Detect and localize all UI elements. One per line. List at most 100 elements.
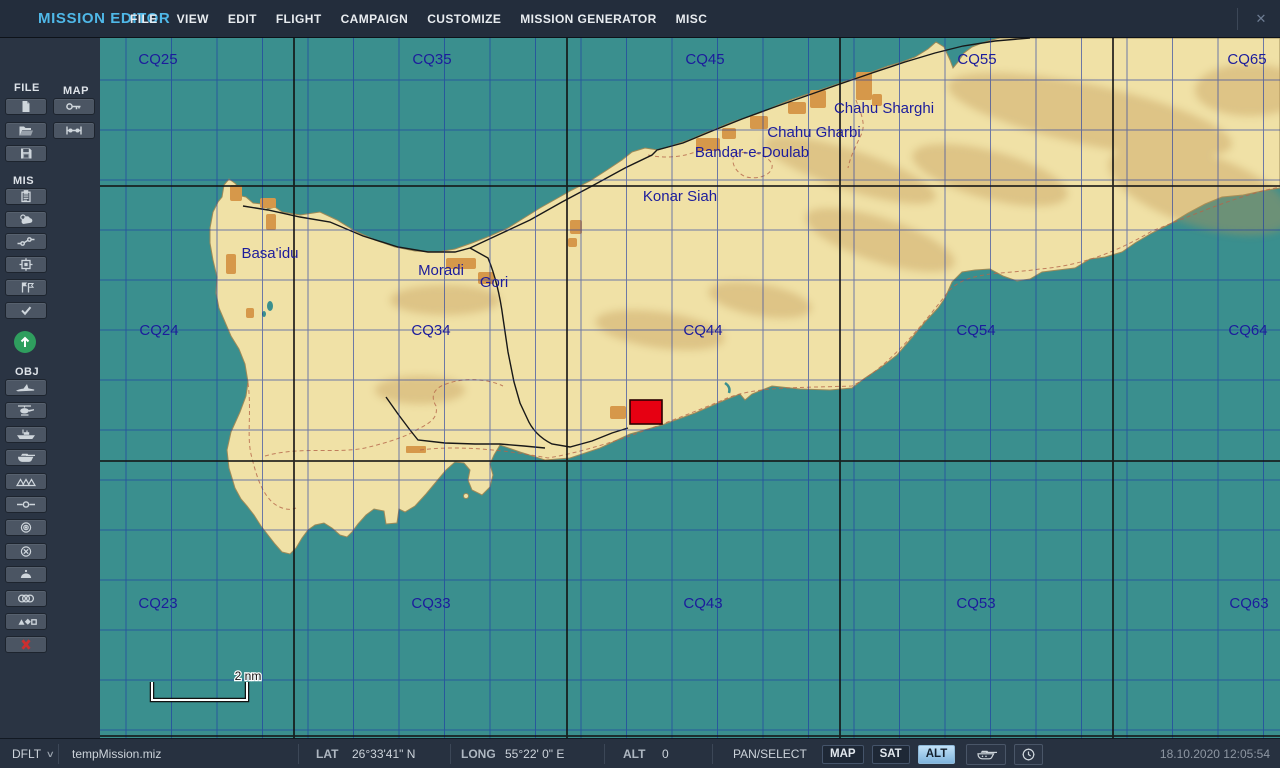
new-mission-button[interactable] [5,98,47,115]
map-key-button[interactable] [53,98,95,115]
menu-item-customize[interactable]: CUSTOMIZE [427,12,501,26]
menu-item-mission-generator[interactable]: MISSION GENERATOR [520,12,656,26]
menu-item-edit[interactable]: EDIT [228,12,257,26]
unit-marker[interactable] [630,400,662,424]
airplane-button[interactable] [5,379,47,396]
main-menu: FILE VIEW EDIT FLIGHT CAMPAIGN CUSTOMIZE MISSI… [130,0,707,38]
delete-x-icon [14,638,38,651]
view-toggle-sat[interactable]: SAT [872,745,910,764]
close-icon[interactable]: ✕ [1250,8,1272,30]
obj-section-label: OBJ [15,366,39,378]
flags-icon [14,281,38,294]
town-label-basa-idu: Basa'idu [241,245,298,262]
grid-square-label-cq25: CQ25 [138,51,177,68]
zone-rings-icon [14,521,38,534]
town-label-chahu-sharghi: Chahu Sharghi [834,100,934,117]
save-mission-icon [14,147,38,160]
rules-switch-button[interactable] [5,233,47,250]
farp-dome-icon [14,568,38,581]
map-key-icon [62,100,86,113]
ground-unit-tank-button[interactable] [966,744,1006,765]
farp-dome-button[interactable] [5,566,47,583]
tank-icon [14,451,38,464]
menu-bar: MISSION EDITOR FILEVIEWEDITFLIGHTCAMPAIG… [0,0,1280,38]
open-mission-button[interactable] [5,122,47,139]
validate-check-icon [14,304,38,317]
ship-icon [14,428,38,441]
bullseye-square-icon [14,258,38,271]
grid-square-label-cq35: CQ35 [412,51,451,68]
weather-button[interactable] [5,211,47,228]
fly-up-arrow-icon [17,334,33,350]
lat-label: LAT [316,739,338,768]
mis-section-label: MIS [13,175,34,187]
grid-square-label-cq43: CQ43 [683,595,722,612]
grid-square-label-cq63: CQ63 [1229,595,1268,612]
grid-square-label-cq45: CQ45 [685,51,724,68]
grid-square-label-cq53: CQ53 [956,595,995,612]
waypoint-icon [14,498,38,511]
template-rings-icon [14,592,38,605]
alt-label: ALT [623,739,645,768]
save-mission-button[interactable] [5,145,47,162]
view-toggle-group: MAP SAT ALT [822,739,963,768]
lat-value: 26°33'41" N [352,739,415,768]
town-label-bandar-e-doulab: Bandar-e-Doulab [695,144,809,161]
status-bar: DFLT ∨ tempMission.miz LAT 26°33'41" N L… [0,738,1280,768]
map-canvas[interactable]: CQ25CQ35CQ45CQ55CQ65CQ24CQ34CQ44CQ54CQ64… [100,38,1280,738]
file-section-label: FILE [14,82,40,94]
town-label-chahu-gharbi: Chahu Gharbi [767,124,860,141]
toolbar-sidebar: FILE MAP MIS OBJ [0,38,100,738]
open-mission-icon [14,124,38,137]
grid-square-label-cq65: CQ65 [1227,51,1266,68]
menubar-separator [1237,8,1238,30]
airplane-icon [14,381,38,394]
islet [464,494,469,499]
clock-icon [1021,747,1036,762]
view-toggle-map[interactable]: MAP [822,745,864,764]
template-rings-button[interactable] [5,590,47,607]
ruler-button[interactable] [53,122,95,139]
shapes-button[interactable] [5,613,47,630]
view-toggle-alt[interactable]: ALT [918,745,956,764]
static-object-button[interactable] [5,473,47,490]
menu-item-misc[interactable]: MISC [676,12,708,26]
tank-button[interactable] [5,449,47,466]
scale-label: 2 nm [235,669,262,683]
ship-button[interactable] [5,426,47,443]
datetime-display: 18.10.2020 12:05:54 [1160,739,1270,768]
shapes-icon [14,615,38,628]
flags-button[interactable] [5,279,47,296]
mode-indicator: PAN/SELECT [733,739,807,768]
helicopter-button[interactable] [5,402,47,419]
zone-rings-button[interactable] [5,519,47,536]
waypoint-button[interactable] [5,496,47,513]
profile-dropdown[interactable]: DFLT ∨ [12,739,54,768]
grid-square-label-cq64: CQ64 [1228,322,1267,339]
menu-item-campaign[interactable]: CAMPAIGN [341,12,409,26]
town-label-moradi: Moradi [418,262,464,279]
trigger-circle-x-icon [14,545,38,558]
statusbar-icon-buttons [966,739,1051,768]
profile-value: DFLT [12,747,41,761]
menu-item-flight[interactable]: FLIGHT [276,12,322,26]
town-label-konar-siah: Konar Siah [643,188,717,205]
delete-x-button[interactable] [5,636,47,653]
menu-item-file[interactable]: FILE [130,12,158,26]
alt-value: 0 [662,739,669,768]
chevron-down-icon: ∨ [46,749,55,760]
fly-mission-button[interactable] [14,331,36,353]
menu-item-view[interactable]: VIEW [177,12,209,26]
briefing-icon [14,190,38,203]
clock-button[interactable] [1014,744,1043,765]
helicopter-icon [14,404,38,417]
long-label: LONG [461,739,496,768]
bullseye-square-button[interactable] [5,256,47,273]
grid-square-label-cq44: CQ44 [683,322,722,339]
validate-check-button[interactable] [5,302,47,319]
grid-square-label-cq24: CQ24 [139,322,178,339]
weather-icon [14,213,38,226]
briefing-button[interactable] [5,188,47,205]
trigger-circle-x-button[interactable] [5,543,47,560]
grid-square-label-cq55: CQ55 [957,51,996,68]
